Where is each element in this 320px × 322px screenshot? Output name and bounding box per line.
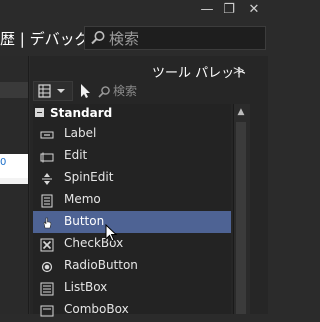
collapse-icon[interactable] [35, 108, 44, 117]
close-button[interactable]: ✕ [240, 0, 268, 20]
listbox-icon [40, 281, 54, 296]
mouse-cursor-icon [105, 223, 119, 248]
menu-item-debug[interactable]: 歴 | デバッグ [0, 28, 90, 49]
list-item-label: Button [64, 214, 105, 228]
list-item[interactable]: CheckBox [33, 233, 231, 255]
edit-icon [40, 149, 54, 163]
memo-icon [40, 193, 54, 208]
list-item-label: Memo [64, 192, 101, 206]
button-icon [40, 215, 54, 229]
collapse-panel-icon[interactable]: ≫ [233, 64, 245, 77]
list-item[interactable]: Label [33, 123, 231, 145]
combobox-icon [40, 303, 54, 317]
list-item[interactable]: SpinEdit [33, 167, 231, 189]
editor-header [0, 82, 28, 98]
checkbox-icon [40, 237, 54, 252]
list-item[interactable]: Memo [33, 189, 231, 211]
category-standard[interactable]: Standard [35, 106, 112, 122]
editor-pane[interactable]: 0 [0, 56, 29, 314]
restore-button[interactable]: ❐ [218, 0, 240, 20]
scroll-up-icon[interactable]: ▲ [233, 104, 249, 120]
search-icon [97, 84, 111, 103]
radiobutton-icon [40, 259, 54, 273]
list-item[interactable]: RadioButton [33, 255, 231, 277]
spinedit-icon [40, 171, 54, 185]
list-item-label: RadioButton [64, 258, 138, 272]
list-item-label: SpinEdit [64, 170, 114, 184]
pointer-tool-icon[interactable] [76, 82, 94, 100]
line-number: 0 [0, 157, 7, 168]
list-item-selected[interactable]: Button [33, 211, 231, 233]
minimize-button[interactable]: — [196, 0, 218, 20]
list-item-label: Edit [64, 148, 88, 162]
list-item[interactable]: ComboBox [33, 299, 231, 321]
list-item-label: ListBox [64, 280, 108, 294]
palette-search-placeholder: 検索 [113, 84, 138, 98]
search-icon [90, 30, 106, 50]
editor-line-2 [0, 178, 28, 184]
search-placeholder: 検索 [109, 30, 140, 48]
palette-search-input[interactable]: 検索 [95, 82, 225, 100]
label-icon [40, 127, 54, 141]
palette-view-button[interactable] [33, 81, 73, 101]
list-item[interactable]: Edit [33, 145, 231, 167]
scrollbar-thumb[interactable] [236, 122, 246, 314]
category-label: Standard [50, 106, 113, 120]
list-item[interactable]: ListBox [33, 277, 231, 299]
list-item-label: Label [64, 126, 97, 140]
search-input[interactable]: 検索 [84, 26, 266, 50]
